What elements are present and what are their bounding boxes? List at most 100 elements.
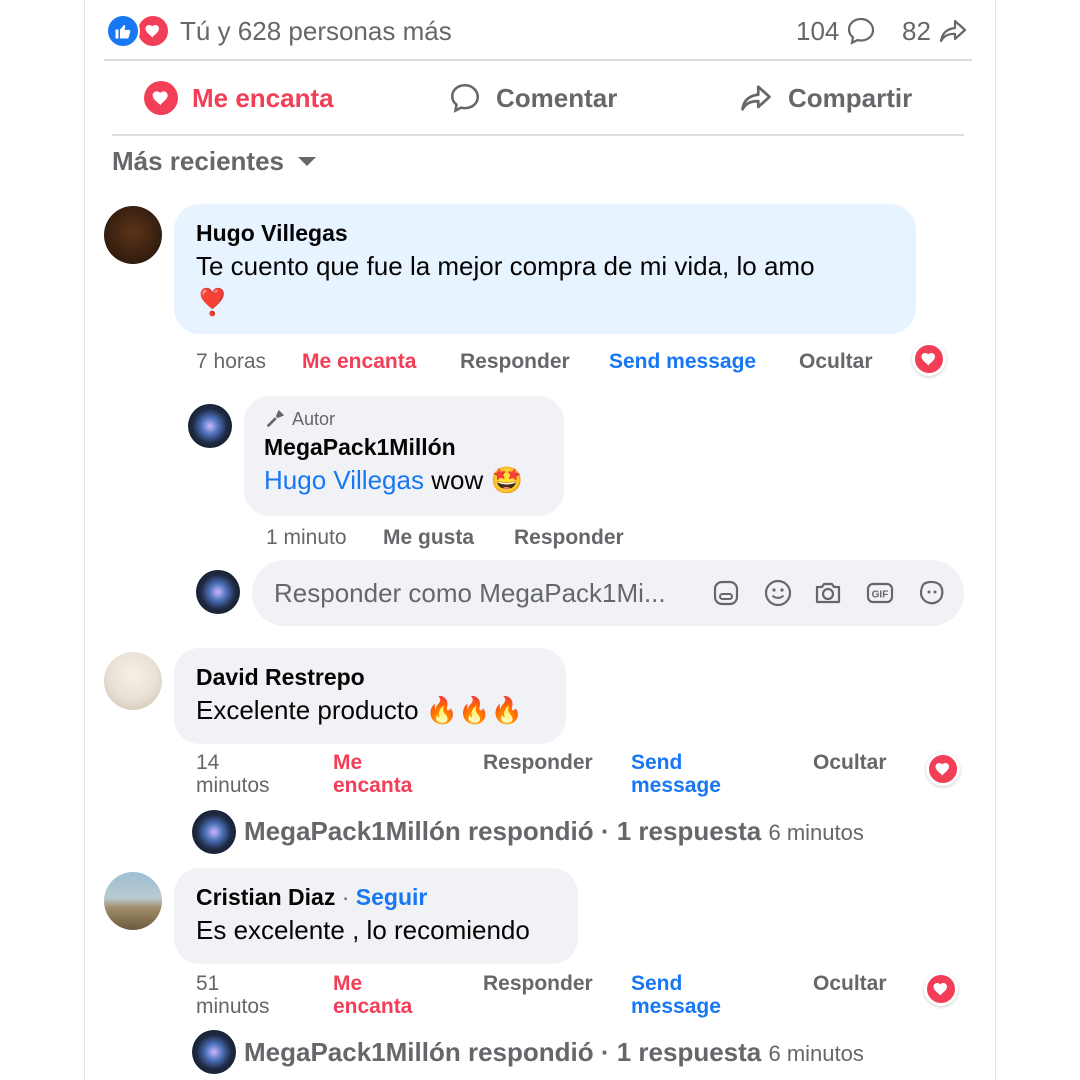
author-badge: Autor (264, 406, 544, 432)
comment-icon (848, 17, 875, 45)
love-line-2: encanta (333, 774, 413, 797)
reply-reply-button[interactable]: Responder (514, 526, 624, 549)
love-action-label: Me encanta (192, 82, 334, 113)
comment-action-label: Comentar (496, 82, 618, 113)
love-action-button[interactable]: Me encanta (144, 78, 334, 118)
reply-text-line: Hugo Villegas wow 🤩 (264, 462, 544, 498)
author-badge-label: Autor (292, 409, 336, 429)
comment-action-button[interactable]: Comentar (448, 78, 617, 118)
message-line-2: message (631, 774, 721, 797)
avatar-hugo-villegas[interactable] (104, 206, 162, 264)
reply-emoji: 🤩 (490, 465, 523, 495)
comment-emoji: ❣️ (196, 287, 229, 317)
replied-time: 6 minutos (768, 1041, 864, 1066)
love-reaction-icon[interactable] (926, 752, 960, 786)
time-line-1: 51 (196, 972, 220, 995)
svg-text:GIF: GIF (872, 590, 889, 601)
avatar-megapack-replied (192, 1030, 236, 1074)
comment-bubble-cristian: Cristian Diaz · Seguir Es excelente , lo… (174, 868, 578, 964)
love-line-1: Me (333, 751, 363, 774)
send-message-button[interactable]: Send message (609, 350, 756, 373)
hide-comment-button[interactable]: Ocultar (813, 751, 887, 774)
shares-count[interactable]: 82 (902, 14, 969, 48)
love-line-2: encanta (333, 995, 413, 1018)
comment-reply-button[interactable]: Responder (483, 972, 593, 995)
comment-love-button[interactable]: Me encanta (302, 350, 416, 373)
send-message-button[interactable]: Send message (631, 972, 721, 1018)
comment-time[interactable]: 51 minutos (196, 972, 270, 1018)
time-line-1: 14 (196, 751, 220, 774)
comment-text: Excelente producto (196, 695, 419, 725)
gif-icon[interactable]: GIF (864, 577, 896, 609)
share-action-button[interactable]: Compartir (738, 78, 912, 118)
comment-text: Es excelente , lo recomiendo (196, 915, 530, 945)
comment-time[interactable]: 14 minutos (196, 751, 270, 797)
sort-dropdown[interactable]: Más recientes (112, 146, 316, 177)
comment-love-button[interactable]: Me encanta (333, 972, 412, 1018)
reply-mention[interactable]: Hugo Villegas (264, 465, 424, 495)
comment-author[interactable]: Cristian Diaz (196, 884, 335, 910)
comment-reply-button[interactable]: Responder (483, 751, 593, 774)
emoji-icon[interactable] (762, 577, 794, 609)
comment-time[interactable]: 7 horas (196, 350, 266, 373)
hide-comment-button[interactable]: Ocultar (813, 972, 887, 995)
comment-author[interactable]: Hugo Villegas (196, 218, 894, 248)
reply-time[interactable]: 1 minuto (266, 526, 347, 549)
hide-comment-button[interactable]: Ocultar (799, 350, 873, 373)
like-icon (106, 14, 140, 48)
comment-author[interactable]: David Restrepo (196, 662, 544, 692)
divider-actions (112, 134, 964, 136)
send-message-button[interactable]: Send message (631, 751, 721, 797)
replied-text: MegaPack1Millón respondió · 1 respuesta (244, 1037, 762, 1067)
love-reaction-icon[interactable] (924, 972, 958, 1006)
comment-reply-button[interactable]: Responder (460, 350, 570, 373)
reply-bubble-megapack: Autor MegaPack1Millón Hugo Villegas wow … (244, 396, 564, 516)
reply-author[interactable]: MegaPack1Millón (264, 432, 544, 462)
comments-count[interactable]: 104 (796, 14, 877, 48)
shares-count-value: 82 (902, 16, 931, 46)
reply-text: wow (431, 465, 484, 495)
share-action-label: Compartir (788, 82, 913, 113)
comment-text-line: Excelente producto 🔥🔥🔥 (196, 692, 544, 728)
comment-bubble-david: David Restrepo Excelente producto 🔥🔥🔥 (174, 648, 566, 744)
divider-top (104, 59, 972, 61)
avatar-david-restrepo[interactable] (104, 652, 162, 710)
caret-down-icon (297, 157, 316, 166)
message-line-2: message (631, 995, 721, 1018)
view-replies-link[interactable]: MegaPack1Millón respondió · 1 respuesta … (244, 1032, 864, 1074)
avatar-sticker-icon[interactable] (916, 577, 948, 609)
comment-author-line: Cristian Diaz · Seguir (196, 882, 556, 912)
time-line-2: minutos (196, 995, 270, 1018)
love-icon (136, 14, 170, 48)
view-replies-link[interactable]: MegaPack1Millón respondió · 1 respuesta … (244, 811, 864, 853)
camera-icon[interactable] (812, 577, 844, 609)
comment-text: Te cuento que fue la mejor compra de mi … (196, 251, 815, 281)
avatar-megapack-replied (192, 810, 236, 854)
reply-input[interactable]: Responder como MegaPack1Mi... (274, 578, 694, 609)
reply-like-button[interactable]: Me gusta (383, 526, 474, 549)
sort-label: Más recientes (112, 146, 284, 176)
reactions-text[interactable]: Tú y 628 personas más (180, 14, 452, 48)
share-icon (939, 19, 967, 43)
comments-count-value: 104 (796, 16, 840, 46)
comment-icon (450, 83, 480, 113)
love-line-1: Me (333, 972, 363, 995)
love-icon (144, 81, 178, 115)
sticker-icon[interactable] (710, 577, 742, 609)
reply-composer[interactable]: Responder como MegaPack1Mi... GIF (252, 560, 964, 626)
mic-icon (266, 409, 285, 428)
replied-time: 6 minutos (768, 820, 864, 845)
follow-button[interactable]: Seguir (356, 884, 428, 910)
separator-dot: · (341, 884, 350, 910)
comment-emoji: 🔥🔥🔥 (425, 695, 523, 725)
message-line-1: Send (631, 972, 683, 995)
reaction-summary[interactable] (106, 14, 176, 48)
share-icon (741, 85, 771, 111)
comment-love-button[interactable]: Me encanta (333, 751, 412, 797)
comment-bubble-hugo: Hugo Villegas Te cuento que fue la mejor… (174, 204, 916, 334)
avatar-megapack[interactable] (188, 404, 232, 448)
avatar-megapack-composer (196, 570, 240, 614)
avatar-cristian-diaz[interactable] (104, 872, 162, 930)
love-reaction-icon[interactable] (912, 342, 946, 376)
time-line-2: minutos (196, 774, 270, 797)
